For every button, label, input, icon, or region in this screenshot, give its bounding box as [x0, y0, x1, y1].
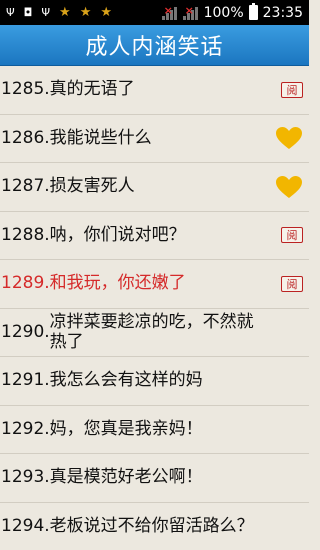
list-item[interactable]: 1285.真的无语了 阅: [0, 66, 309, 115]
battery-percent: 100%: [203, 4, 244, 21]
heart-icon: [276, 175, 302, 198]
list-item-label: 1285.真的无语了: [1, 79, 135, 100]
list-item[interactable]: 1293.真是模范好老公啊！: [0, 454, 309, 503]
list-item[interactable]: 1290. 凉拌菜要趁凉的吃，不然就热了: [0, 309, 309, 357]
list-item[interactable]: 1286.我能说些什么: [0, 115, 309, 163]
star-icon: ★: [100, 5, 113, 20]
clock: 23:35: [262, 4, 303, 21]
list-item-label: 1286.我能说些什么: [1, 127, 152, 148]
app-title: 成人内涵笑话: [85, 35, 224, 60]
battery-icon: [248, 3, 258, 20]
list-item-label: 1293.真是模范好老公啊！: [1, 467, 203, 488]
notification-icons: Ψ ◘ Ψ ★ ★ ★: [6, 6, 112, 19]
app-title-bar: 成人内涵笑话: [0, 25, 309, 66]
read-stamp-icon: 阅: [281, 275, 303, 292]
no-signal-icon: ×: [182, 4, 199, 20]
list-item[interactable]: 1294. 老板说过不给你留活路么？: [0, 503, 309, 550]
list-item-label: 1290. 凉拌菜要趁凉的吃，不然就热了: [1, 312, 254, 353]
list-item[interactable]: 1291.我怎么会有这样的妈: [0, 357, 309, 406]
star-icon: ★: [59, 5, 71, 20]
star-icon: ★: [79, 5, 92, 20]
joke-list[interactable]: 1285.真的无语了 阅 1286.我能说些什么 1287.损友害死人 1288…: [0, 66, 309, 550]
usb-icon: Ψ: [41, 6, 51, 19]
usb-icon: Ψ: [6, 6, 15, 19]
android-icon: ◘: [23, 6, 33, 19]
list-item-label: 1292.妈，您真是我亲妈！: [1, 418, 203, 439]
list-item-label: 1287.损友害死人: [1, 176, 135, 197]
heart-icon: [276, 127, 302, 150]
status-bar: Ψ ◘ Ψ ★ ★ ★ × × 100% 23:35: [0, 0, 309, 25]
list-item[interactable]: 1292.妈，您真是我亲妈！: [0, 406, 309, 454]
list-item[interactable]: 1289.和我玩，你还嫩了 阅: [0, 260, 309, 309]
list-item-label: 1294. 老板说过不给你留活路么？: [1, 515, 254, 537]
list-item[interactable]: 1288.呐，你们说对吧？ 阅: [0, 212, 309, 260]
list-item[interactable]: 1287.损友害死人: [0, 163, 309, 212]
no-signal-icon: ×: [161, 4, 178, 20]
read-stamp-icon: 阅: [281, 227, 303, 244]
read-stamp-icon: 阅: [281, 81, 303, 98]
list-item-label: 1289.和我玩，你还嫩了: [1, 273, 186, 294]
list-item-label: 1291.我怎么会有这样的妈: [1, 370, 203, 391]
list-item-label: 1288.呐，你们说对吧？: [1, 224, 186, 245]
